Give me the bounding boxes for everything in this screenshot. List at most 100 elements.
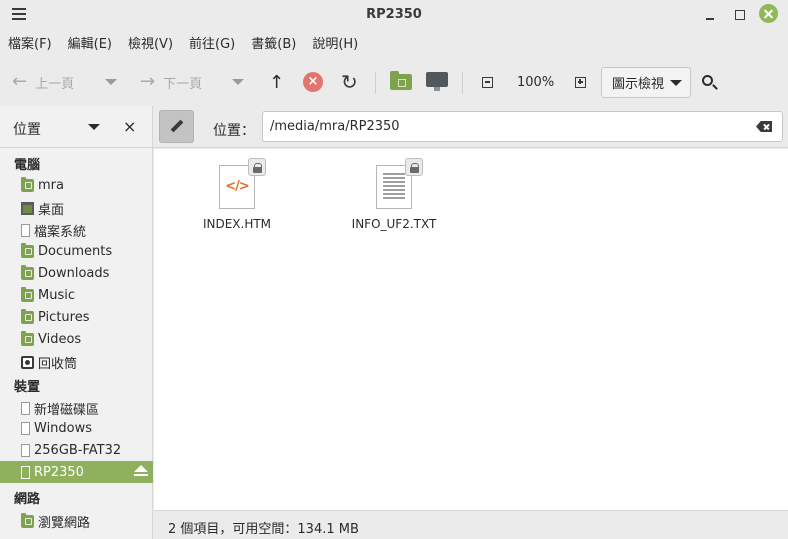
code-glyph: </>	[225, 179, 250, 194]
folder-icon	[21, 264, 34, 280]
window-title: RP2350	[366, 7, 422, 22]
menu-view[interactable]: 檢視(V)	[128, 32, 173, 58]
eject-icon[interactable]	[134, 465, 148, 479]
zoom-out-icon	[482, 76, 493, 88]
trash-icon	[21, 355, 34, 369]
sidebar-item-videos[interactable]: Videos	[0, 328, 153, 350]
file-name: INDEX.HTM	[202, 217, 272, 231]
sidebar-item-music[interactable]: Music	[0, 284, 153, 306]
minimize-button[interactable]	[700, 5, 720, 25]
location-input[interactable]: /media/mra/RP2350	[262, 111, 783, 142]
zoom-in-icon	[575, 76, 586, 88]
menu-help[interactable]: 說明(H)	[312, 32, 358, 58]
folder-icon	[21, 242, 34, 258]
sidebar-item-documents[interactable]: Documents	[0, 240, 153, 262]
sidebar-item-browse-network[interactable]: 瀏覽網路	[0, 510, 153, 532]
location-path: /media/mra/RP2350	[270, 119, 400, 134]
close-window-button[interactable]	[759, 4, 778, 23]
sidebar-header: 位置 ×	[0, 106, 152, 148]
arrow-left-icon: ←	[12, 71, 28, 92]
section-devices: 裝置	[14, 380, 41, 395]
title-bar: RP2350	[0, 0, 788, 30]
sidebar-item-windows[interactable]: Windows	[0, 417, 153, 439]
chevron-down-icon	[670, 79, 683, 86]
view-mode-dropdown[interactable]: 圖示檢視	[601, 67, 691, 98]
sidebar-places-label: 位置	[13, 122, 41, 138]
sidebar-item-downloads[interactable]: Downloads	[0, 262, 153, 284]
desktop-icon	[21, 201, 34, 215]
forward-label: 下一頁	[163, 76, 203, 92]
home-button[interactable]	[390, 62, 412, 102]
reload-button[interactable]: ↻	[341, 62, 358, 102]
sidebar-item-pictures[interactable]: Pictures	[0, 306, 153, 328]
network-folder-icon	[21, 512, 34, 528]
menu-go[interactable]: 前往(G)	[189, 32, 235, 58]
file-item[interactable]: </> INDEX.HTM	[182, 158, 292, 231]
sidebar-item-256gb[interactable]: 256GB-FAT32	[0, 439, 153, 461]
location-bar: 位置： /media/mra/RP2350	[153, 106, 788, 148]
view-mode-label: 圖示檢視	[612, 77, 665, 92]
folder-icon	[21, 286, 34, 302]
sidebar-item-new-volume[interactable]: 新增磁碟區	[0, 397, 153, 419]
search-icon[interactable]	[702, 75, 713, 86]
menu-edit[interactable]: 編輯(E)	[68, 32, 112, 58]
toolbar: ← 上一頁 → 下一頁 ↑ × ↻ 100% 圖示檢視	[0, 62, 788, 104]
back-history-dropdown[interactable]	[105, 62, 117, 102]
drive-icon	[21, 421, 30, 435]
menu-bookmarks[interactable]: 書籤(B)	[251, 32, 296, 58]
chevron-down-icon	[232, 79, 244, 85]
sidebar: 位置 × 電腦 mra 桌面 檔案系統 Documents Downloads …	[0, 106, 153, 539]
toolbar-separator	[375, 72, 376, 94]
arrow-up-icon: ↑	[269, 71, 285, 93]
close-sidebar-icon[interactable]: ×	[123, 117, 136, 136]
drive-icon	[21, 443, 30, 457]
lock-icon	[405, 158, 423, 176]
arrow-right-icon: →	[140, 71, 156, 92]
zoom-out-button[interactable]	[482, 62, 493, 102]
up-button[interactable]: ↑	[269, 62, 284, 102]
stop-button[interactable]: ×	[303, 62, 323, 102]
reload-icon: ↻	[341, 70, 358, 94]
maximize-button[interactable]	[729, 5, 749, 25]
chevron-down-icon	[105, 79, 117, 85]
file-item[interactable]: INFO_UF2.TXT	[339, 158, 449, 231]
status-text: 2 個項目，可用空間：134.1 MB	[168, 522, 359, 537]
sidebar-item-filesystem[interactable]: 檔案系統	[0, 219, 153, 241]
forward-button[interactable]: → 下一頁	[140, 62, 202, 102]
sidebar-item-rp2350[interactable]: RP2350	[0, 461, 153, 483]
drive-icon	[21, 465, 30, 479]
zoom-in-button[interactable]	[575, 62, 586, 102]
stop-icon: ×	[303, 72, 323, 92]
back-label: 上一頁	[35, 76, 75, 92]
back-button[interactable]: ← 上一頁	[12, 62, 74, 102]
menu-file[interactable]: 檔案(F)	[8, 32, 52, 58]
section-network: 網路	[14, 492, 41, 507]
toolbar-separator	[462, 72, 463, 94]
menu-bar: 檔案(F) 編輯(E) 檢視(V) 前往(G) 書籤(B) 說明(H)	[0, 32, 788, 58]
section-computer: 電腦	[14, 158, 41, 173]
computer-button[interactable]	[426, 59, 448, 99]
computer-icon	[426, 71, 448, 91]
folder-icon	[21, 308, 34, 324]
toggle-location-edit-button[interactable]	[159, 110, 194, 143]
sidebar-item-trash[interactable]: 回收筒	[0, 351, 153, 373]
text-lines	[383, 173, 405, 201]
folder-icon	[21, 330, 34, 346]
clear-text-icon[interactable]	[756, 121, 772, 132]
zoom-level[interactable]: 100%	[517, 62, 554, 102]
status-bar: 2 個項目，可用空間：134.1 MB	[154, 510, 788, 539]
home-folder-icon	[21, 176, 34, 192]
location-label: 位置：	[213, 123, 255, 139]
drive-icon	[21, 401, 30, 415]
forward-history-dropdown[interactable]	[232, 62, 244, 102]
drive-icon	[21, 223, 30, 237]
file-name: INFO_UF2.TXT	[351, 217, 437, 231]
lock-icon	[248, 158, 266, 176]
html-file-icon: </>	[219, 158, 266, 209]
sidebar-item-mra[interactable]: mra	[0, 174, 153, 196]
sidebar-item-desktop[interactable]: 桌面	[0, 197, 153, 219]
home-folder-icon	[390, 71, 412, 90]
file-view[interactable]: </> INDEX.HTM INFO_UF2.TXT	[154, 149, 788, 510]
sidebar-mode-dropdown[interactable]	[88, 124, 100, 130]
text-file-icon	[376, 158, 423, 209]
